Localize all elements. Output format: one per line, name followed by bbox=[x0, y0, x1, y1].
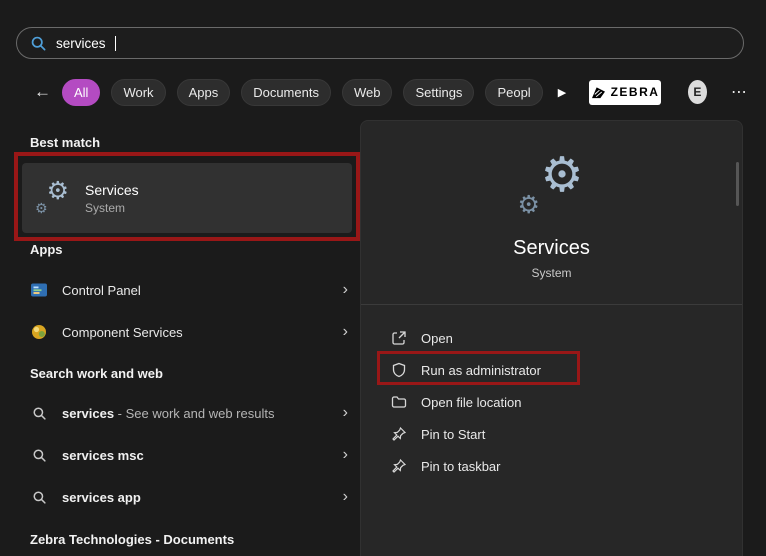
documents-heading: Zebra Technologies - Documents bbox=[30, 532, 235, 547]
best-match-item-services[interactable]: ⚙ ⚙ Services System bbox=[22, 163, 352, 233]
services-gear-icon: ⚙ ⚙ bbox=[35, 177, 69, 216]
filter-tab-documents[interactable]: Documents bbox=[241, 78, 331, 106]
search-icon bbox=[30, 404, 48, 422]
web-suggestion-services[interactable]: services - See work and web results › bbox=[30, 398, 352, 428]
suggestion-query: services app bbox=[62, 489, 141, 505]
pin-icon bbox=[391, 426, 407, 442]
list-item-label: Control Panel bbox=[62, 282, 141, 298]
preview-panel: ⚙ ⚙ Services System Open Run as administ… bbox=[360, 120, 743, 556]
chevron-right-icon[interactable]: › bbox=[339, 489, 352, 505]
best-match-heading: Best match bbox=[30, 135, 101, 150]
search-icon bbox=[30, 488, 48, 506]
action-pin-to-start[interactable]: Pin to Start bbox=[391, 418, 711, 450]
filter-tab-people[interactable]: Peopl bbox=[485, 78, 543, 106]
divider bbox=[361, 304, 742, 305]
back-arrow-icon[interactable]: ← bbox=[34, 82, 51, 102]
filter-tab-web[interactable]: Web bbox=[341, 78, 393, 106]
action-run-as-administrator[interactable]: Run as administrator bbox=[391, 354, 711, 386]
web-suggestion-services-msc[interactable]: services msc › bbox=[30, 440, 352, 470]
admin-shield-icon bbox=[391, 362, 407, 378]
more-options-icon[interactable]: ⋯ bbox=[731, 82, 748, 102]
search-icon bbox=[30, 35, 47, 52]
zebra-logo[interactable]: ZEBRA bbox=[589, 79, 661, 105]
chevron-right-icon[interactable]: › bbox=[339, 405, 352, 421]
component-services-icon bbox=[30, 323, 48, 341]
action-label: Run as administrator bbox=[421, 362, 541, 378]
chevron-right-icon[interactable]: › bbox=[339, 324, 352, 340]
chevron-right-icon[interactable]: › bbox=[339, 447, 352, 463]
pin-icon bbox=[391, 458, 407, 474]
action-open[interactable]: Open bbox=[391, 322, 711, 354]
search-input[interactable]: services bbox=[56, 36, 106, 51]
folder-icon bbox=[391, 394, 407, 410]
filter-tab-settings[interactable]: Settings bbox=[403, 78, 475, 106]
filter-tab-apps[interactable]: Apps bbox=[176, 78, 231, 106]
action-open-file-location[interactable]: Open file location bbox=[391, 386, 711, 418]
action-label: Pin to taskbar bbox=[421, 458, 501, 474]
play-icon[interactable]: ▶ bbox=[558, 86, 566, 99]
list-item-control-panel[interactable]: Control Panel › bbox=[30, 275, 352, 305]
action-label: Pin to Start bbox=[421, 426, 486, 442]
action-label: Open bbox=[421, 330, 453, 346]
list-item-component-services[interactable]: Component Services › bbox=[30, 317, 352, 347]
action-label: Open file location bbox=[421, 394, 522, 410]
scrollbar-thumb[interactable] bbox=[736, 162, 739, 206]
action-pin-to-taskbar[interactable]: Pin to taskbar bbox=[391, 450, 711, 482]
text-caret bbox=[114, 35, 116, 51]
web-search-heading: Search work and web bbox=[30, 366, 163, 381]
filter-tab-work[interactable]: Work bbox=[111, 78, 166, 106]
best-match-title: Services bbox=[85, 181, 139, 198]
zebra-logo-label: ZEBRA bbox=[610, 85, 660, 99]
search-icon bbox=[30, 446, 48, 464]
list-item-label: Component Services bbox=[62, 324, 183, 340]
web-suggestion-services-app[interactable]: services app › bbox=[30, 482, 352, 512]
apps-heading: Apps bbox=[30, 242, 63, 257]
chevron-right-icon[interactable]: › bbox=[339, 282, 352, 298]
search-bar[interactable]: services bbox=[16, 27, 744, 59]
control-panel-icon bbox=[30, 281, 48, 299]
best-match-subtitle: System bbox=[85, 200, 126, 215]
filter-row: ← All Work Apps Documents Web Settings P… bbox=[34, 78, 748, 106]
open-icon bbox=[391, 330, 407, 346]
suggestion-suffix: - See work and web results bbox=[114, 405, 275, 421]
zebra-head-icon bbox=[591, 86, 606, 99]
suggestion-query: services bbox=[62, 405, 115, 421]
start-search-window: services ← All Work Apps Documents Web S… bbox=[0, 0, 766, 556]
preview-subtitle: System bbox=[531, 266, 572, 280]
filter-tab-all[interactable]: All bbox=[62, 78, 101, 106]
suggestion-query: services msc bbox=[62, 447, 144, 463]
account-avatar[interactable]: E bbox=[687, 80, 707, 104]
services-gear-icon: ⚙ ⚙ bbox=[517, 149, 584, 219]
preview-title: Services bbox=[513, 237, 590, 259]
